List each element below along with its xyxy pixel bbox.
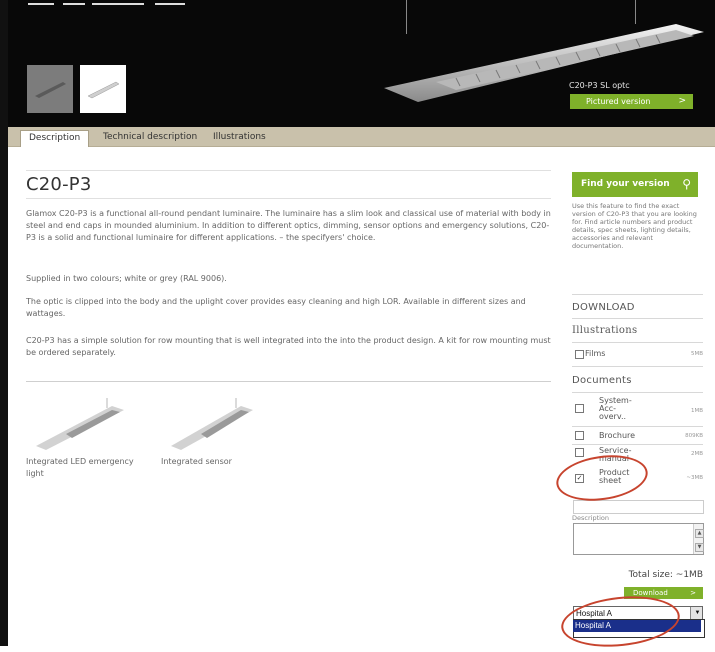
pictured-version-label: Pictured version	[586, 97, 651, 106]
description-paragraph: Supplied in two colours; white or grey (…	[26, 274, 227, 283]
films-checkbox[interactable]	[575, 350, 584, 359]
divider	[26, 198, 551, 199]
find-version-help-text: Use this feature to find the exact versi…	[572, 202, 697, 250]
divider	[572, 426, 703, 427]
left-frame-edge	[0, 0, 8, 646]
description-paragraph: Glamox C20-P3 is a functional all-round …	[26, 209, 551, 242]
variant-card[interactable]: Integrated LED emergency light	[26, 398, 136, 480]
scroll-up-icon[interactable]: ▲	[695, 529, 704, 538]
divider	[572, 294, 703, 295]
document-label: Brochure	[599, 431, 636, 440]
variant-image	[36, 398, 124, 450]
document-size: 2MB	[690, 451, 703, 457]
chevron-right-icon: >	[678, 96, 686, 106]
name-field[interactable]	[573, 500, 704, 514]
tab-illustrations[interactable]: Illustrations	[213, 130, 266, 146]
product-title: C20-P3	[26, 174, 92, 195]
variant-image	[171, 398, 253, 450]
luminaire-image	[384, 24, 704, 102]
films-size: 5MB	[690, 351, 703, 357]
divider	[572, 366, 703, 367]
divider	[572, 392, 703, 393]
illustrations-heading: Illustrations	[572, 325, 638, 336]
document-checkbox[interactable]	[575, 448, 584, 457]
version-caption: C20-P3 SL optc	[569, 81, 630, 90]
divider	[26, 381, 551, 382]
variant-label: Integrated LED emergency light	[26, 457, 134, 478]
search-icon: ⚲	[682, 177, 691, 191]
lamp-cable	[635, 0, 636, 24]
document-checkbox[interactable]	[575, 404, 584, 413]
description-label: Description	[572, 514, 610, 522]
divider	[26, 170, 551, 171]
pictured-version-button[interactable]: Pictured version >	[570, 94, 693, 109]
divider	[572, 318, 703, 319]
top-strip	[63, 3, 85, 5]
find-your-version-label: Find your version	[581, 179, 670, 189]
tab-bar: Description Technical description Illust…	[8, 127, 715, 147]
document-size: 1MB	[690, 408, 703, 414]
chevron-right-icon: >	[690, 589, 696, 597]
top-strip	[28, 3, 54, 5]
annotation-circle	[558, 590, 683, 652]
document-size: 809KB	[685, 433, 703, 439]
variant-card[interactable]: Integrated sensor	[161, 398, 271, 468]
documents-heading: Documents	[572, 375, 632, 386]
description-paragraph: C20-P3 has a simple solution for row mou…	[26, 336, 551, 357]
variant-label: Integrated sensor	[161, 457, 232, 466]
thumbnail-grey[interactable]	[27, 65, 73, 113]
download-heading: DOWNLOAD	[572, 302, 635, 313]
description-paragraph: The optic is clipped into the body and t…	[26, 297, 526, 318]
textarea-scrollbar[interactable]: ▲ ▼	[693, 524, 704, 554]
document-size: ~3MB	[686, 475, 703, 481]
find-your-version-button[interactable]: Find your version ⚲	[572, 172, 698, 197]
divider	[572, 342, 703, 343]
total-size: Total size: ~1MB	[628, 570, 703, 580]
document-label: System-Acc-overv..	[599, 396, 632, 421]
tab-description[interactable]: Description	[20, 130, 90, 147]
tab-technical-description[interactable]: Technical description	[103, 130, 197, 146]
top-strip	[155, 3, 185, 5]
thumbnail-white[interactable]	[80, 65, 126, 113]
divider	[572, 444, 703, 445]
top-strip	[92, 3, 144, 5]
description-textarea[interactable]: ▲ ▼	[573, 523, 704, 555]
document-checkbox[interactable]	[575, 431, 584, 440]
films-label: Films	[585, 349, 606, 358]
scroll-down-icon[interactable]: ▼	[695, 543, 704, 552]
